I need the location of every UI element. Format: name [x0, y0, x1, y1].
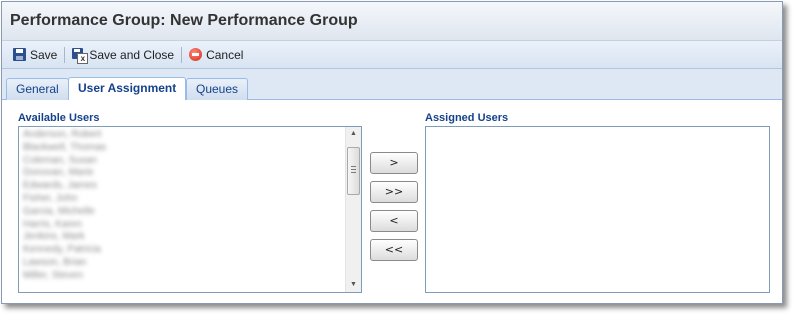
save-button[interactable]: Save	[8, 44, 62, 66]
window-title: Performance Group: New Performance Group	[2, 2, 782, 41]
user-assignment-panel: Available Users Anderson, Robert Blackwel…	[2, 100, 782, 300]
available-user-item[interactable]: Harris, Karen	[19, 219, 345, 232]
available-users-items: Anderson, Robert Blackwell, Thomas Coleman…	[19, 127, 345, 292]
cancel-button[interactable]: Cancel	[184, 44, 248, 66]
floppy-disk-icon	[13, 48, 26, 61]
remove-selected-button[interactable]: <	[370, 210, 418, 232]
available-user-item[interactable]: Donovan, Marie	[19, 167, 345, 180]
assigned-users-label: Assigned Users	[425, 112, 509, 124]
toolbar-separator	[64, 46, 66, 63]
save-and-close-button[interactable]: x Save and Close	[67, 44, 179, 66]
available-user-item[interactable]: Edwards, James	[19, 180, 345, 193]
available-user-item[interactable]: Miller, Steven	[19, 270, 345, 283]
available-users-scrollbar[interactable]: ▲ ▼	[345, 127, 361, 292]
add-selected-button[interactable]: >	[370, 152, 418, 174]
cancel-label: Cancel	[206, 47, 244, 62]
scroll-up-arrow-icon[interactable]: ▲	[346, 127, 361, 141]
available-user-item[interactable]: Lawson, Brian	[19, 257, 345, 270]
save-label: Save	[30, 47, 58, 62]
toolbar: Save x Save and Close Cancel	[2, 41, 782, 69]
available-user-item[interactable]: Coleman, Susan	[19, 155, 345, 168]
save-and-close-label: Save and Close	[89, 47, 175, 62]
remove-all-button[interactable]: <<	[370, 239, 418, 261]
assigned-users-list[interactable]	[425, 126, 770, 293]
available-user-item[interactable]: Anderson, Robert	[19, 129, 345, 142]
available-user-item[interactable]: Blackwell, Thomas	[19, 142, 345, 155]
tab-user-assignment[interactable]: User Assignment	[68, 77, 187, 100]
toolbar-separator	[181, 46, 183, 63]
available-users-list[interactable]: Anderson, Robert Blackwell, Thomas Coleman…	[18, 126, 362, 293]
available-user-item[interactable]: Jenkins, Mark	[19, 231, 345, 244]
performance-group-window: Performance Group: New Performance Group…	[1, 1, 783, 304]
tab-strip: General User Assignment Queues	[2, 69, 782, 100]
scroll-thumb[interactable]	[347, 147, 360, 195]
cancel-circle-icon	[189, 48, 203, 61]
available-users-label: Available Users	[18, 112, 100, 124]
scroll-down-arrow-icon[interactable]: ▼	[346, 278, 361, 292]
available-user-item[interactable]: Kennedy, Patricia	[19, 244, 345, 257]
tab-general[interactable]: General	[6, 78, 69, 100]
tab-queues[interactable]: Queues	[186, 78, 249, 100]
available-user-item[interactable]: Garcia, Michelle	[19, 206, 345, 219]
add-all-button[interactable]: >>	[370, 181, 418, 203]
floppy-disk-close-icon: x	[72, 47, 89, 64]
available-user-item[interactable]: Fisher, John	[19, 193, 345, 206]
